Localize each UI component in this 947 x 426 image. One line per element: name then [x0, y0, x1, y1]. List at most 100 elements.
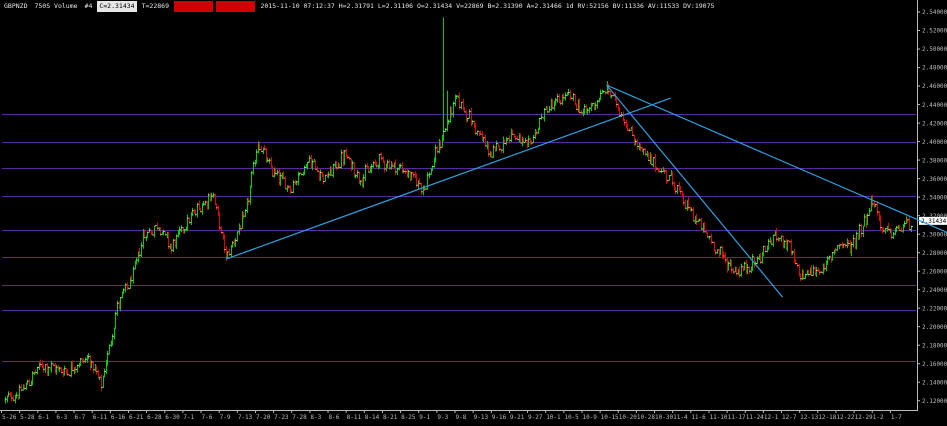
x-tick-label: 6-21 — [129, 414, 144, 421]
x-tick-label: 9-3 — [437, 414, 448, 421]
x-tick-label: 9-16 — [492, 414, 507, 421]
ohlc-bar — [20, 384, 23, 392]
ohlc-bar — [380, 152, 383, 161]
ohlc-bar — [244, 209, 247, 218]
x-tick-label: 1-7 — [891, 414, 902, 421]
y-tick-label: 2.24000 — [922, 287, 947, 294]
ohlc-bar — [92, 360, 95, 374]
ohlc-bar — [442, 17, 445, 142]
ohlc-bar — [60, 367, 63, 374]
y-tick-label: 2.22000 — [922, 305, 947, 312]
x-tick-label: 7-1 — [183, 414, 194, 421]
ohlc-bar — [159, 226, 162, 236]
ohlc-bar — [249, 185, 252, 205]
ohlc-bar — [348, 156, 351, 160]
x-tick-label: 9-27 — [528, 414, 543, 421]
ohlc-bar — [636, 139, 639, 150]
x-tick-label: 7-9 — [220, 414, 231, 421]
ohlc-bar — [116, 300, 119, 316]
x-tick-label: 8-3 — [310, 414, 321, 421]
ohlc-bar — [196, 202, 199, 218]
ohlc-bar — [236, 231, 239, 242]
y-tick-label: 2.50000 — [922, 46, 947, 53]
x-tick-label: 8-21 — [383, 414, 398, 421]
ohlc-bar — [604, 90, 607, 95]
ohlc-bar — [28, 378, 31, 386]
x-tick-label: 10-28 — [637, 414, 655, 421]
ohlc-bar — [372, 161, 375, 168]
ohlc-bar — [514, 136, 517, 141]
y-tick-label: 2.30000 — [922, 231, 947, 238]
ohlc-bar — [682, 193, 685, 206]
ohlc-bar — [428, 172, 431, 179]
x-tick-label: 10-5 — [564, 414, 579, 421]
ohlc-bar — [892, 232, 895, 239]
ohlc-bar — [436, 146, 439, 154]
ohlc-bar — [7, 391, 10, 398]
ohlc-bar — [404, 169, 407, 174]
y-tick-label: 2.48000 — [922, 65, 947, 72]
ohlc-bar — [812, 265, 815, 276]
ohlc-bar — [308, 155, 311, 163]
ohlc-bar — [780, 235, 783, 242]
ohlc-bar — [740, 263, 743, 277]
y-tick-label: 2.26000 — [922, 268, 947, 275]
ohlc-bar — [44, 364, 47, 373]
ohlc-bar — [492, 144, 495, 159]
ohlc-bar — [50, 360, 53, 373]
ohlc-bar — [684, 199, 687, 210]
ohlc-bar — [628, 128, 631, 132]
x-tick-label: 6-7 — [75, 414, 86, 421]
ohlc-bar — [68, 374, 71, 377]
y-tick-label: 2.54000 — [922, 9, 947, 16]
y-tick-label: 2.40000 — [922, 139, 947, 146]
chart-area[interactable]: GBPNZD 750S Volume #4 C=2.31434 T=22869 … — [0, 0, 947, 422]
ohlc-bar — [100, 374, 103, 391]
ohlc-bar — [524, 137, 527, 143]
price-chart[interactable]: 2.54000 2.52000 2.50000 2.48000 2.46000 2.440… — [0, 0, 947, 422]
ohlc-bar — [164, 230, 167, 236]
trend-lines — [225, 84, 947, 298]
period-label: 750S Volume — [34, 2, 78, 10]
ohlc-bar — [908, 217, 911, 231]
ohlc-bar — [548, 105, 551, 113]
ohlc-bar — [676, 184, 679, 194]
x-tick-label: 11-4 — [673, 414, 688, 421]
x-tick-label: 6-1 — [38, 414, 49, 421]
ohlc-bar — [276, 169, 279, 176]
ohlc-bar — [474, 122, 477, 136]
ohlc-bar — [153, 225, 156, 238]
x-tick-label: 11-24 — [746, 414, 764, 421]
ohlc-bar — [852, 234, 855, 248]
ohlc-bar — [223, 234, 226, 253]
ohlc-bar — [12, 395, 15, 402]
ohlc-bar — [36, 366, 39, 375]
close-price-tag: C=2.31434 — [97, 1, 137, 12]
ohlc-bar — [172, 238, 175, 253]
ohlc-bar — [862, 225, 865, 237]
ohlc-bar — [356, 169, 359, 178]
ohlc-bar — [124, 283, 127, 293]
ohlc-bar — [284, 176, 287, 190]
ohlc-bar — [660, 168, 663, 173]
y-tick-label: 2.46000 — [922, 83, 947, 90]
ohlc-bar — [444, 127, 447, 133]
y-tick-label: 2.20000 — [922, 324, 947, 331]
ohlc-bar — [788, 240, 791, 243]
ohlc-bar — [97, 369, 100, 379]
ohlc-bar — [113, 327, 116, 340]
ohlc-bar — [191, 207, 194, 217]
x-tick-label: 6-16 — [111, 414, 126, 421]
chart-hash-label: #4 — [84, 2, 93, 10]
ohlc-bar — [700, 217, 703, 232]
ohlc-bar — [772, 234, 775, 247]
ohlc-bar — [820, 270, 823, 274]
bar-details: 2015-11-10 07:12:37 H=2.31791 L=2.31106 … — [260, 2, 715, 10]
ohlc-bar — [364, 164, 367, 182]
ask-tag: A=2.00000 — [174, 1, 214, 12]
ohlc-bar — [706, 232, 709, 238]
x-tick-label: 7-20 — [256, 414, 271, 421]
ohlc-bar — [868, 207, 871, 217]
x-tick-label: 6-30 — [165, 414, 180, 421]
ohlc-bar — [260, 146, 263, 153]
